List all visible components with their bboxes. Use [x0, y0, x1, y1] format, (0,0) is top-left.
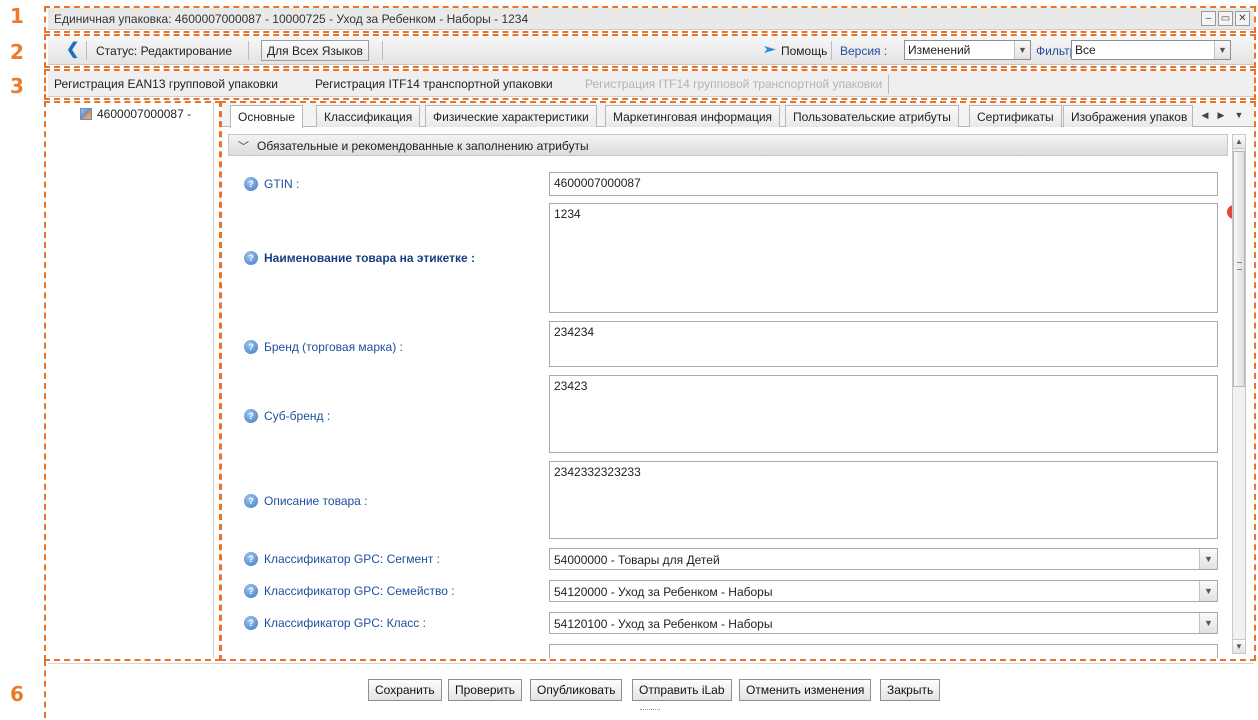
gpc-segment-label: Классификатор GPC: Сегмент : [264, 552, 441, 566]
scroll-up-icon[interactable]: ▲ [1233, 135, 1245, 149]
send-ilab-button[interactable]: Отправить iLab [632, 679, 732, 701]
gpc-class-row: ? Классификатор GPC: Класс : [244, 616, 426, 630]
main-panel: Основные Классификация Физические характ… [222, 103, 1254, 658]
window-titlebar: Единичная упаковка: 4600007000087 - 1000… [48, 8, 1254, 30]
annotation-1: 1 [10, 4, 24, 28]
help-icon[interactable]: ? [244, 494, 258, 508]
brand-textarea[interactable]: 234234 [549, 321, 1218, 367]
chevron-down-icon: ▼ [1199, 549, 1217, 569]
section-header[interactable]: ﹀ Обязательные и рекомендованные к запол… [228, 134, 1228, 156]
description-textarea[interactable]: 2342332323233 [549, 461, 1218, 539]
save-button[interactable]: Сохранить [368, 679, 442, 701]
subbrand-row: ? Суб-бренд : [244, 409, 330, 423]
close-window-button[interactable]: ✕ [1235, 11, 1250, 26]
help-link[interactable]: Помощь [781, 44, 827, 58]
tab-scroll-left-icon[interactable]: ◀ [1198, 107, 1212, 123]
tab-classification[interactable]: Классификация [316, 105, 421, 127]
gpc-family-row: ? Классификатор GPC: Семейство : [244, 584, 455, 598]
restore-button[interactable]: ▭ [1218, 11, 1233, 26]
scrollbar-thumb[interactable] [1233, 151, 1245, 387]
help-icon[interactable]: ? [244, 409, 258, 423]
publish-button[interactable]: Опубликовать [530, 679, 623, 701]
gtin-label: GTIN : [264, 177, 300, 191]
registration-tabs: Регистрация EAN13 групповой упаковки Рег… [48, 71, 1254, 97]
gtin-row: ? GTIN : [244, 177, 299, 191]
window-title: Единичная упаковка: 4600007000087 - 1000… [54, 12, 529, 26]
help-icon[interactable]: ? [244, 251, 258, 265]
gpc-family-value: 54120000 - Уход за Ребенком - Наборы [554, 585, 773, 599]
filter-select[interactable]: Все ▼ [1071, 40, 1231, 60]
brand-label: Бренд (торговая марка) : [264, 340, 403, 354]
filter-select-value: Все [1075, 43, 1096, 57]
gpc-segment-row: ? Классификатор GPC: Сегмент : [244, 552, 440, 566]
tab-certificates[interactable]: Сертификаты [969, 105, 1062, 127]
annotation-3: 3 [10, 74, 24, 98]
bottom-action-bar: Сохранить Проверить Опубликовать Отправи… [48, 663, 1254, 715]
subbrand-textarea[interactable]: 23423 [549, 375, 1218, 453]
tree-item-product[interactable]: 4600007000087 - [80, 107, 191, 121]
gpc-class-value: 54120100 - Уход за Ребенком - Наборы [554, 617, 773, 631]
gpc-class-label: Классификатор GPC: Класс : [264, 616, 426, 630]
help-icon[interactable]: ? [244, 552, 258, 566]
section-title: Обязательные и рекомендованные к заполне… [257, 139, 589, 153]
tab-physical[interactable]: Физические характеристики [425, 105, 597, 127]
minimize-button[interactable]: – [1201, 11, 1216, 26]
reg-tab-ean13[interactable]: Регистрация EAN13 групповой упаковки [54, 77, 278, 91]
chevron-down-icon: ▼ [1214, 41, 1230, 59]
gtin-input[interactable]: 4600007000087 [549, 172, 1218, 196]
gpc-next-select[interactable] [549, 644, 1218, 658]
tab-menu-icon[interactable]: ▼ [1232, 107, 1246, 123]
check-button[interactable]: Проверить [448, 679, 523, 701]
description-label: Описание товара : [264, 494, 368, 508]
help-icon[interactable]: ? [244, 616, 258, 630]
label-name-label: Наименование товара на этикетке : [264, 251, 476, 265]
help-icon[interactable]: ? [244, 177, 258, 191]
all-languages-button[interactable]: Для Всех Языков [261, 40, 369, 61]
help-arrow-icon[interactable] [764, 44, 776, 55]
reg-tab-itf14-transport[interactable]: Регистрация ITF14 транспортной упаковки [315, 77, 553, 91]
subbrand-label: Суб-бренд : [264, 409, 331, 423]
gpc-family-label: Классификатор GPC: Семейство : [264, 584, 455, 598]
package-icon [80, 108, 92, 120]
gpc-family-select[interactable]: 54120000 - Уход за Ребенком - Наборы ▼ [549, 580, 1218, 602]
tab-main[interactable]: Основные [230, 105, 303, 128]
description-row: ? Описание товара : [244, 494, 368, 508]
tab-user-attributes[interactable]: Пользовательские атрибуты [785, 105, 959, 127]
version-select-value: Изменений [908, 43, 971, 57]
toolbar: ❮ Статус: Редактирование Для Всех Языков… [48, 36, 1254, 65]
label-name-textarea[interactable]: 1234 [549, 203, 1218, 313]
close-button[interactable]: Закрыть [880, 679, 941, 701]
chevron-down-icon: ▼ [1014, 41, 1030, 59]
reg-tab-itf14-group-transport: Регистрация ITF14 групповой транспортной… [585, 77, 883, 91]
vertical-scrollbar[interactable]: ▲ ▼ [1232, 134, 1246, 654]
help-icon[interactable]: ? [244, 340, 258, 354]
back-arrow-icon[interactable]: ❮ [66, 42, 79, 58]
tab-marketing[interactable]: Маркетинговая информация [605, 105, 781, 127]
annotation-2: 2 [10, 40, 24, 64]
gpc-segment-value: 54000000 - Товары для Детей [554, 553, 720, 567]
chevron-down-icon: ﹀ [238, 141, 249, 153]
cancel-changes-button[interactable]: Отменить изменения [739, 679, 872, 701]
gpc-class-select[interactable]: 54120100 - Уход за Ребенком - Наборы ▼ [549, 612, 1218, 634]
status-label: Статус: Редактирование [96, 44, 233, 58]
tree-item-label: 4600007000087 - [97, 107, 192, 121]
gpc-segment-select[interactable]: 54000000 - Товары для Детей ▼ [549, 548, 1218, 570]
annotation-6: 6 [10, 682, 24, 706]
attribute-tabs: Основные Классификация Физические характ… [222, 103, 1254, 128]
resize-handle[interactable] [640, 709, 660, 712]
tab-images[interactable]: Изображения упаков [1063, 105, 1193, 127]
label-name-row: ? Наименование товара на этикетке : [244, 251, 475, 265]
tab-scroll-right-icon[interactable]: ▶ [1214, 107, 1228, 123]
chevron-down-icon: ▼ [1199, 581, 1217, 601]
version-label: Версия : [840, 44, 888, 58]
scroll-down-icon[interactable]: ▼ [1233, 639, 1245, 653]
brand-row: ? Бренд (торговая марка) : [244, 340, 403, 354]
chevron-down-icon: ▼ [1199, 613, 1217, 633]
version-select[interactable]: Изменений ▼ [904, 40, 1031, 60]
tree-panel: 4600007000087 - [48, 103, 214, 658]
help-icon[interactable]: ? [244, 584, 258, 598]
